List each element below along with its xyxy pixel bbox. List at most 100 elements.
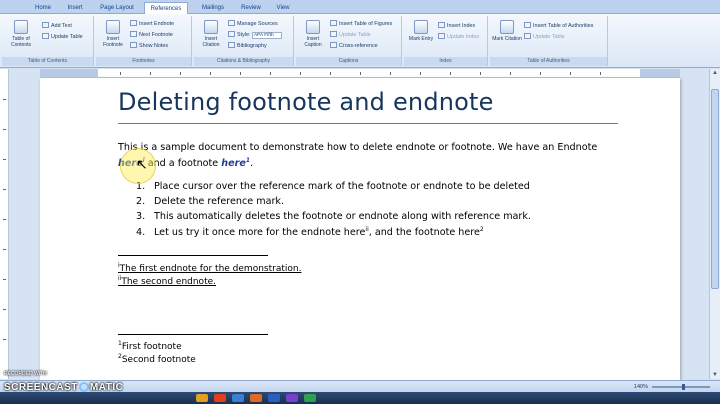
group-label-captions: Captions (296, 57, 401, 66)
cross-reference-button[interactable]: Cross-reference (330, 42, 378, 51)
group-index: Mark Entry Insert Index Update Index Ind… (404, 16, 488, 66)
taskbar-firefox-icon[interactable] (250, 394, 262, 402)
insert-table-of-figures-label: Insert Table of Figures (339, 21, 393, 27)
bibliography-icon (228, 42, 235, 48)
update-captions-icon (330, 31, 337, 37)
watermark-brand: SCREENCAST MATIC (4, 382, 123, 393)
group-label-toc: Table of Contents (2, 57, 93, 66)
taskbar-app-icon[interactable] (304, 394, 316, 402)
endnote-item[interactable]: iThe first endnote for the demonstration… (118, 262, 301, 274)
list-item-text: Delete the reference mark. (154, 196, 284, 207)
ruler-tick (3, 189, 6, 190)
next-footnote-button[interactable]: Next Footnote (130, 31, 173, 40)
mark-citation-icon (500, 20, 514, 34)
ruler-tick (3, 309, 6, 310)
list-item[interactable]: 2. Delete the reference mark. (136, 196, 284, 207)
document-title[interactable]: Deleting footnote and endnote (118, 88, 494, 116)
scrollbar-thumb[interactable] (711, 89, 719, 289)
mark-entry-button[interactable]: Mark Entry (406, 20, 436, 56)
ruler-tick (180, 72, 181, 75)
bibliography-label: Bibliography (237, 43, 267, 49)
update-captions-table-button[interactable]: Update Table (330, 31, 371, 40)
intro-mid-text: and a footnote (144, 158, 222, 170)
zoom-slider[interactable] (652, 384, 710, 390)
style-icon (228, 31, 235, 37)
footnote-text: First footnote (121, 342, 182, 352)
ruler-tick (3, 339, 6, 340)
insert-index-button[interactable]: Insert Index (438, 22, 475, 31)
tab-insert[interactable]: Insert (60, 3, 90, 14)
tab-page-layout[interactable]: Page Layout (94, 3, 140, 14)
ruler-tick (450, 72, 451, 75)
bibliography-button[interactable]: Bibliography (228, 42, 267, 51)
taskbar-app-icon[interactable] (232, 394, 244, 402)
taskbar-word-icon[interactable] (268, 394, 280, 402)
ruler-tick (270, 72, 271, 75)
tab-mailings[interactable]: Mailings (196, 3, 230, 14)
watermark-recorded-with: RECORDED WITH (4, 371, 47, 377)
footnote-item[interactable]: 2Second footnote (118, 353, 196, 365)
ruler-tick (330, 72, 331, 75)
footnote-reference-link[interactable]: here (221, 158, 246, 169)
table-of-contents-icon (14, 20, 28, 34)
list-item[interactable]: 3. This automatically deletes the footnot… (136, 211, 531, 222)
scroll-up-icon[interactable]: ▲ (711, 69, 719, 77)
table-of-contents-button[interactable]: Table of Contents (6, 20, 36, 56)
endnote-text: The second endnote. (121, 277, 216, 287)
list-item[interactable]: 4. Let us try it once more for the endnot… (136, 226, 484, 238)
ruler-tick (600, 72, 601, 75)
add-text-icon (42, 22, 49, 28)
zoom-slider-knob[interactable] (682, 384, 685, 390)
taskbar-app-icon[interactable] (286, 394, 298, 402)
tab-review[interactable]: Review (236, 3, 266, 14)
ruler-tick (3, 249, 6, 250)
taskbar-explorer-icon[interactable] (196, 394, 208, 402)
insert-table-of-figures-button[interactable]: Insert Table of Figures (330, 20, 392, 29)
vertical-scrollbar[interactable]: ▲ ▼ (709, 69, 720, 379)
mark-citation-button[interactable]: Mark Citation (492, 20, 522, 56)
update-index-icon (438, 33, 445, 39)
update-toa-button[interactable]: Update Table (524, 33, 565, 42)
document-page[interactable]: Deleting footnote and endnote This is a … (40, 78, 680, 380)
taskbar-media-icon[interactable] (214, 394, 226, 402)
scroll-down-icon[interactable]: ▼ (711, 371, 719, 379)
ruler-tick (3, 159, 6, 160)
show-notes-button[interactable]: Show Notes (130, 42, 168, 51)
endnote-item[interactable]: iiThe second endnote. (118, 275, 216, 287)
insert-caption-button[interactable]: Insert Caption (298, 20, 328, 56)
list-item[interactable]: 1. Place cursor over the reference mark o… (136, 181, 530, 192)
vertical-ruler[interactable] (0, 69, 9, 379)
ruler-left-margin (40, 69, 98, 78)
group-label-citations: Citations & Bibliography (194, 57, 293, 66)
zoom-level[interactable]: 140% (634, 384, 648, 390)
insert-endnote-label: Insert Endnote (139, 21, 175, 27)
manage-sources-button[interactable]: Manage Sources (228, 20, 278, 29)
cross-reference-icon (330, 42, 337, 48)
insert-endnote-button[interactable]: Insert Endnote (130, 20, 174, 29)
insert-table-of-authorities-button[interactable]: Insert Table of Authorities (524, 22, 593, 31)
tab-view[interactable]: View (270, 3, 296, 14)
tab-home[interactable]: Home (28, 3, 58, 14)
update-index-button[interactable]: Update Index (438, 33, 479, 42)
footnote-item[interactable]: 1First footnote (118, 340, 182, 352)
insert-footnote-button[interactable]: Insert Footnote (98, 20, 128, 56)
list-item-text: Place cursor over the reference mark of … (154, 181, 530, 192)
update-toc-label: Update Table (51, 34, 83, 40)
horizontal-ruler[interactable] (40, 69, 680, 78)
group-table-of-contents: Table of Contents Add Text Update Table … (2, 16, 94, 66)
ruler-tick (540, 72, 541, 75)
update-toc-button[interactable]: Update Table (42, 33, 83, 42)
manage-sources-label: Manage Sources (237, 21, 278, 27)
group-label-footnotes: Footnotes (96, 57, 191, 66)
ruler-tick (510, 72, 511, 75)
intro-line-1[interactable]: This is a sample document to demonstrate… (118, 142, 597, 153)
add-text-button[interactable]: Add Text (42, 22, 72, 31)
insert-citation-button[interactable]: Insert Citation (196, 20, 226, 56)
style-select[interactable]: Style: APA Fifth (228, 31, 282, 40)
footnote-separator (118, 334, 268, 335)
style-dropdown[interactable]: APA Fifth (251, 32, 282, 39)
footnote-reference-mark[interactable]: 2 (480, 226, 484, 233)
insert-index-label: Insert Index (447, 23, 476, 29)
ruler-tick (420, 72, 421, 75)
insert-footnote-icon (106, 20, 120, 34)
